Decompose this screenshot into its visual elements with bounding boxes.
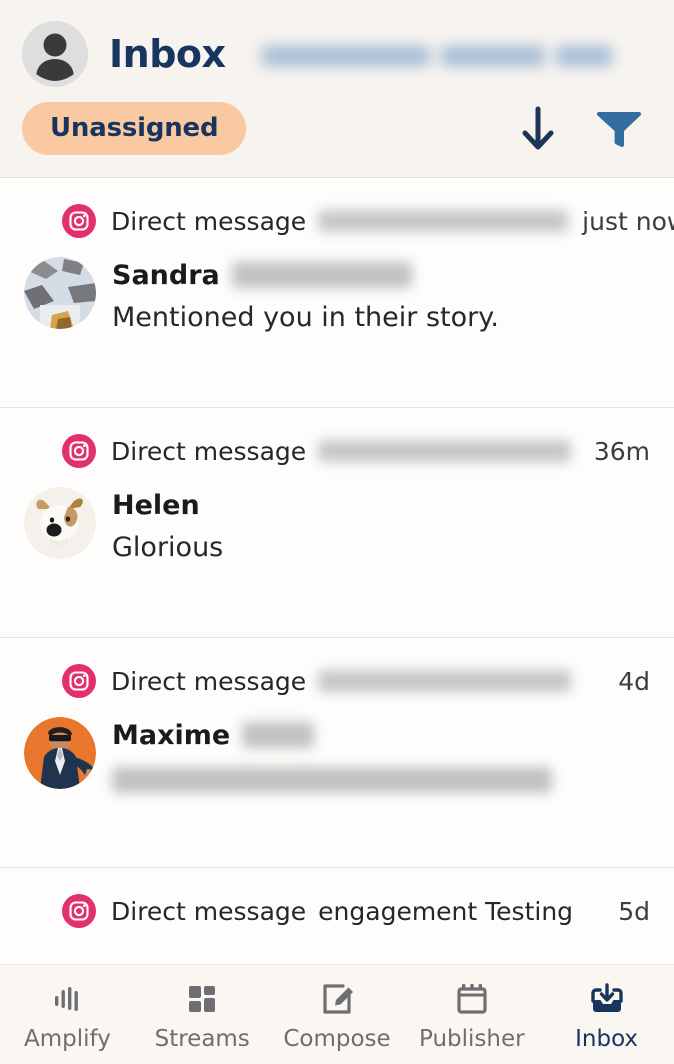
message-meta-row: Direct message 4d: [24, 664, 650, 698]
bottom-navigation-bar: Amplify Streams Compose Publisher Inbox: [0, 964, 674, 1064]
sandra-photo-avatar: [24, 257, 96, 329]
message-sender-line: Sandra: [112, 255, 650, 295]
message-text-column: Maxime: [112, 715, 650, 793]
message-preview: Mentioned you in their story.: [112, 302, 499, 333]
instagram-icon: [62, 894, 96, 928]
inbox-tray-icon: [586, 978, 628, 1020]
nav-label-publisher: Publisher: [418, 1026, 525, 1052]
message-timestamp: 5d: [618, 896, 650, 926]
message-sender-surname-redacted: [242, 722, 315, 748]
nav-item-streams[interactable]: Streams: [135, 965, 270, 1064]
streams-grid-icon: [181, 978, 223, 1020]
nav-label-amplify: Amplify: [23, 1026, 111, 1052]
instagram-icon: [62, 664, 96, 698]
message-body-row: Sandra Mentioned you in their story.: [24, 255, 650, 335]
message-timestamp: 36m: [593, 436, 650, 466]
message-list-item[interactable]: Direct message just now: [0, 178, 674, 408]
message-account-redacted: [318, 210, 569, 232]
brand-name-redacted: [261, 46, 612, 66]
nav-label-inbox: Inbox: [575, 1026, 639, 1052]
message-sender-name: Maxime: [112, 719, 231, 751]
message-list-item[interactable]: Direct message 36m Helen Glorious: [0, 408, 674, 638]
funnel-filter-icon[interactable]: [594, 104, 644, 154]
nav-label-compose: Compose: [283, 1026, 391, 1052]
message-sender-line: Helen: [112, 485, 650, 525]
page-title: Inbox: [109, 32, 226, 76]
brand-blur-chunk: [261, 46, 430, 66]
message-preview-redacted: [112, 767, 552, 793]
message-meta-row: Direct message engagement Testing 5d: [24, 894, 650, 928]
message-sender-name: Helen: [112, 489, 200, 521]
instagram-icon: [62, 204, 96, 238]
message-kind: Direct message: [111, 896, 307, 926]
message-text-column: Sandra Mentioned you in their story.: [112, 255, 650, 335]
message-account-redacted: [318, 440, 572, 462]
maxime-photo-avatar: [24, 717, 96, 789]
nav-item-inbox[interactable]: Inbox: [539, 965, 674, 1064]
header-actions: [516, 104, 648, 154]
compose-pencil-icon: [316, 978, 358, 1020]
message-text-column: Helen Glorious: [112, 485, 650, 565]
brand-blur-chunk: [440, 46, 545, 66]
app-header: Inbox Unassigned: [0, 0, 674, 177]
message-preview: Glorious: [112, 532, 224, 563]
helen-dog-avatar: [24, 487, 96, 559]
brand-blur-chunk: [555, 46, 612, 66]
message-timestamp: just now: [582, 206, 674, 236]
message-kind: Direct message: [111, 666, 307, 696]
message-list-item[interactable]: Direct message 4d Maxime: [0, 638, 674, 868]
message-list-item[interactable]: Direct message engagement Testing 5d: [0, 868, 674, 946]
filter-chip-unassigned[interactable]: Unassigned: [22, 102, 247, 155]
message-list[interactable]: Direct message just now: [0, 177, 674, 1064]
instagram-icon: [62, 434, 96, 468]
nav-label-streams: Streams: [154, 1026, 250, 1052]
amplify-bars-icon: [46, 978, 88, 1020]
message-kind: Direct message: [111, 436, 307, 466]
message-account: engagement Testing: [318, 896, 574, 926]
nav-item-publisher[interactable]: Publisher: [404, 965, 539, 1064]
calendar-icon: [451, 978, 493, 1020]
message-sender-line: Maxime: [112, 715, 650, 755]
inbox-screen: Inbox Unassigned Direct message just no …: [0, 0, 674, 1064]
message-meta-row: Direct message just now: [24, 204, 674, 238]
message-kind: Direct message: [111, 206, 307, 236]
message-sender-surname-redacted: [231, 262, 412, 288]
arrow-down-icon[interactable]: [516, 104, 560, 154]
message-body-row: Helen Glorious: [24, 485, 650, 565]
message-account-redacted: [318, 670, 572, 692]
nav-item-compose[interactable]: Compose: [270, 965, 405, 1064]
header-filter-row: Unassigned: [0, 88, 674, 177]
message-meta-row: Direct message 36m: [24, 434, 650, 468]
nav-item-amplify[interactable]: Amplify: [0, 965, 135, 1064]
message-timestamp: 4d: [618, 666, 650, 696]
message-sender-name: Sandra: [112, 259, 220, 291]
message-body-row: Maxime: [24, 715, 650, 793]
header-top-row: Inbox: [0, 0, 674, 88]
user-avatar-icon[interactable]: [22, 21, 88, 87]
